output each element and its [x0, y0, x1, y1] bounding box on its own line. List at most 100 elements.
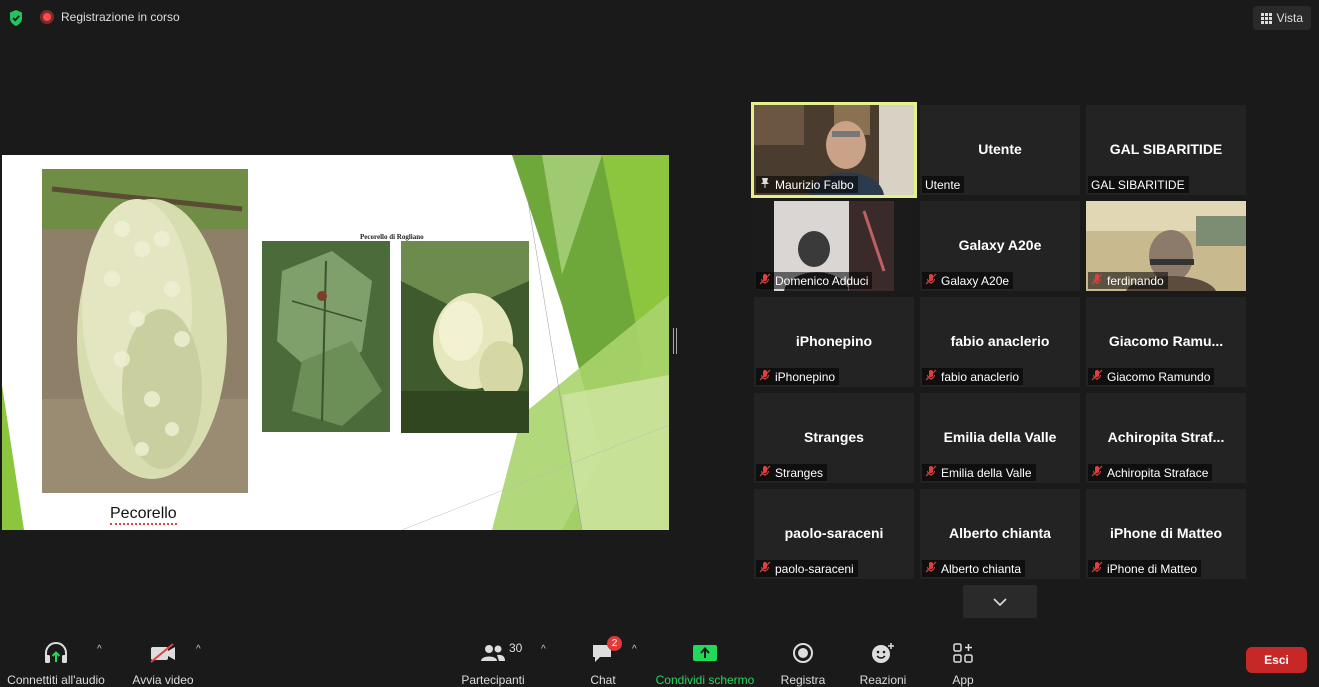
participant-name-label: GAL SIBARITIDE — [1088, 176, 1189, 193]
participant-name: ferdinando — [1107, 273, 1164, 288]
participant-name: Maurizio Falbo — [775, 177, 854, 192]
recording-indicator[interactable]: Registrazione in corso — [40, 10, 180, 24]
participant-name: Alberto chianta — [941, 561, 1022, 576]
participant-name: Utente — [925, 177, 961, 192]
participant-name: Giacomo Ramundo — [1107, 369, 1211, 384]
participant-name: iPhone di Matteo — [1107, 561, 1198, 576]
participant-display-name: Utente — [978, 141, 1022, 157]
muted-mic-icon — [1091, 273, 1103, 288]
participant-name: iPhonepino — [775, 369, 836, 384]
pin-icon — [759, 177, 771, 192]
participant-display-name: Galaxy A20e — [958, 237, 1042, 253]
record-icon — [792, 637, 814, 669]
participants-count: 30 — [509, 641, 523, 655]
shared-screen: Pecorello di Rogliano Pecorello — [2, 155, 669, 530]
view-button[interactable]: Vista — [1252, 6, 1311, 30]
smiley-icon — [871, 637, 895, 669]
participant-name-label: iPhonepino — [756, 368, 840, 385]
muted-mic-icon — [1091, 369, 1103, 384]
video-options-caret[interactable]: ^ — [196, 644, 201, 655]
participant-name-label: Galaxy A20e — [922, 272, 1014, 289]
muted-mic-icon — [759, 273, 771, 288]
participant-name: Emilia della Valle — [941, 465, 1032, 480]
participant-tile[interactable]: iPhonepino iPhonepino — [754, 297, 914, 387]
share-screen-button[interactable]: Condividi schermo — [652, 627, 758, 687]
muted-mic-icon — [759, 561, 771, 576]
share-screen-label: Condividi schermo — [655, 673, 755, 687]
muted-mic-icon — [925, 465, 937, 480]
apps-label: App — [952, 673, 974, 687]
recording-label: Registrazione in corso — [61, 10, 180, 24]
muted-mic-icon — [759, 465, 771, 480]
grid-view-icon — [1260, 12, 1272, 24]
vine-leaf-photo — [262, 241, 390, 432]
audio-options-caret[interactable]: ^ — [97, 644, 102, 655]
participant-name: paolo-saraceni — [775, 561, 854, 576]
participant-display-name: Alberto chianta — [949, 525, 1051, 541]
participant-name: fabio anaclerio — [941, 369, 1020, 384]
participant-name-label: ferdinando — [1088, 272, 1168, 289]
resize-handle[interactable] — [673, 328, 677, 354]
start-video-label: Avvia video — [132, 673, 194, 687]
participant-display-name: fabio anaclerio — [950, 333, 1050, 349]
muted-mic-icon — [1091, 465, 1103, 480]
participant-tile[interactable]: iPhone di Matteo iPhone di Matteo — [1086, 489, 1246, 579]
participant-name: GAL SIBARITIDE — [1091, 177, 1185, 192]
slide-title: Pecorello — [110, 505, 177, 525]
next-page-button[interactable] — [963, 585, 1037, 618]
participant-tile[interactable]: Galaxy A20e Galaxy A20e — [920, 201, 1080, 291]
participant-name-label: fabio anaclerio — [922, 368, 1024, 385]
grape-bunch-photo — [42, 169, 248, 493]
start-video-button[interactable]: Avvia video — [128, 627, 198, 687]
muted-mic-icon — [925, 273, 937, 288]
participant-name-label: Maurizio Falbo — [756, 176, 858, 193]
join-audio-label: Connettiti all'audio — [7, 673, 105, 687]
join-audio-button[interactable]: Connettiti all'audio — [6, 627, 106, 687]
participants-label: Partecipanti — [461, 673, 525, 687]
participant-display-name: iPhone di Matteo — [1110, 525, 1222, 541]
muted-mic-icon — [759, 369, 771, 384]
exit-button[interactable]: Esci — [1246, 647, 1307, 673]
participant-tile[interactable]: Giacomo Ramu... Giacomo Ramundo — [1086, 297, 1246, 387]
slide-caption: Pecorello di Rogliano — [360, 233, 424, 241]
participant-name-label: Domenico Adduci — [756, 272, 873, 289]
participant-tile[interactable]: Achiropita Straf... Achiropita Straface — [1086, 393, 1246, 483]
view-label: Vista — [1276, 11, 1303, 25]
grape-cluster-photo — [401, 241, 529, 433]
security-shield-icon[interactable] — [8, 9, 24, 27]
participant-tile[interactable]: Alberto chianta Alberto chianta — [920, 489, 1080, 579]
reactions-label: Reazioni — [859, 673, 907, 687]
participant-display-name: Giacomo Ramu... — [1108, 333, 1224, 349]
apps-button[interactable]: App — [943, 627, 983, 687]
muted-mic-icon — [925, 561, 937, 576]
participant-tile[interactable]: Domenico Adduci — [754, 201, 914, 291]
participants-options-caret[interactable]: ^ — [541, 644, 546, 655]
chevron-down-icon — [993, 597, 1007, 606]
participant-tile[interactable]: Utente Utente — [920, 105, 1080, 195]
record-button[interactable]: Registra — [778, 627, 828, 687]
participant-tile[interactable]: fabio anaclerio fabio anaclerio — [920, 297, 1080, 387]
participant-name-label: paolo-saraceni — [756, 560, 858, 577]
participant-display-name: paolo-saraceni — [784, 525, 884, 541]
participants-icon — [480, 637, 506, 669]
chat-options-caret[interactable]: ^ — [632, 644, 637, 655]
participant-tile[interactable]: ferdinando — [1086, 201, 1246, 291]
headphones-icon — [43, 637, 69, 669]
muted-mic-icon — [1091, 561, 1103, 576]
participant-tile[interactable]: Stranges Stranges — [754, 393, 914, 483]
chat-label: Chat — [590, 673, 616, 687]
reactions-button[interactable]: Reazioni — [856, 627, 910, 687]
participant-tile[interactable]: GAL SIBARITIDE GAL SIBARITIDE — [1086, 105, 1246, 195]
participant-name: Domenico Adduci — [775, 273, 869, 288]
participant-tile[interactable]: Maurizio Falbo — [751, 102, 917, 198]
participants-button[interactable]: Partecipanti — [458, 627, 528, 687]
participant-name-label: Achiropita Straface — [1088, 464, 1213, 481]
participant-tile[interactable]: Emilia della Valle Emilia della Valle — [920, 393, 1080, 483]
participant-name: Stranges — [775, 465, 824, 480]
participant-name-label: Emilia della Valle — [922, 464, 1036, 481]
participant-display-name: Achiropita Straf... — [1107, 429, 1225, 445]
participant-name-label: Stranges — [756, 464, 828, 481]
participant-tile[interactable]: paolo-saraceni paolo-saraceni — [754, 489, 914, 579]
chat-unread-badge: 2 — [607, 636, 622, 651]
participant-name: Achiropita Straface — [1107, 465, 1209, 480]
